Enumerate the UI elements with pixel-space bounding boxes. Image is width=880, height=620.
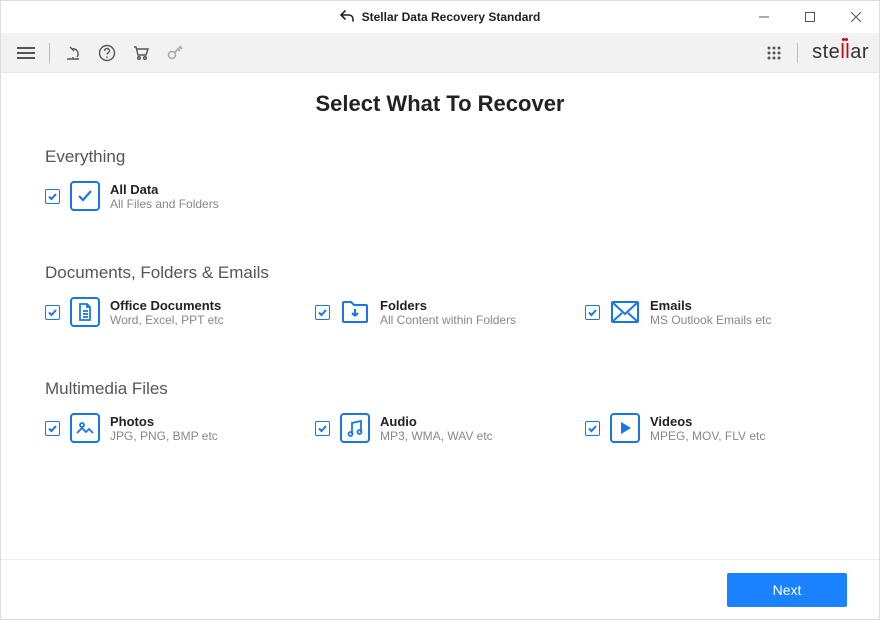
window-title: Stellar Data Recovery Standard: [362, 10, 541, 24]
option-folders[interactable]: Folders All Content within Folders: [315, 297, 565, 327]
option-audio[interactable]: Audio MP3, WMA, WAV etc: [315, 413, 565, 443]
music-note-icon: [340, 413, 370, 443]
section-title-everything: Everything: [45, 147, 835, 167]
option-all-data[interactable]: All Data All Files and Folders: [45, 181, 305, 211]
footer: Next: [1, 559, 879, 619]
hamburger-menu-button[interactable]: [11, 38, 41, 68]
option-title: Audio: [380, 414, 493, 429]
checkbox-audio[interactable]: [315, 421, 330, 436]
toolbar-right: stellar: [759, 38, 869, 68]
folder-download-icon: [340, 297, 370, 327]
maximize-button[interactable]: [787, 1, 833, 33]
toolbar-separator: [797, 43, 798, 63]
brand-text: stellar: [812, 41, 869, 64]
toolbar-separator: [49, 43, 50, 63]
help-button[interactable]: [92, 38, 122, 68]
microscope-icon[interactable]: [58, 38, 88, 68]
document-icon: [70, 297, 100, 327]
minimize-button[interactable]: [741, 1, 787, 33]
option-videos[interactable]: Videos MPEG, MOV, FLV etc: [585, 413, 835, 443]
option-desc: MS Outlook Emails etc: [650, 313, 771, 327]
image-icon: [70, 413, 100, 443]
option-title: Office Documents: [110, 298, 224, 313]
section-title-multimedia: Multimedia Files: [45, 379, 835, 399]
option-desc: All Content within Folders: [380, 313, 516, 327]
envelope-icon: [610, 297, 640, 327]
toolbar-left: [11, 38, 190, 68]
option-desc: MPEG, MOV, FLV etc: [650, 429, 765, 443]
titlebar: Stellar Data Recovery Standard: [1, 1, 879, 33]
checkmark-icon: [70, 181, 100, 211]
option-desc: JPG, PNG, BMP etc: [110, 429, 218, 443]
option-desc: MP3, WMA, WAV etc: [380, 429, 493, 443]
apps-grid-button[interactable]: [759, 38, 789, 68]
checkbox-office[interactable]: [45, 305, 60, 320]
page-title: Select What To Recover: [45, 91, 835, 117]
option-photos[interactable]: Photos JPG, PNG, BMP etc: [45, 413, 295, 443]
option-emails[interactable]: Emails MS Outlook Emails etc: [585, 297, 835, 327]
cart-button[interactable]: [126, 38, 156, 68]
option-title: Photos: [110, 414, 218, 429]
brand-logo: stellar: [812, 41, 869, 64]
option-title: All Data: [110, 182, 219, 197]
option-office-documents[interactable]: Office Documents Word, Excel, PPT etc: [45, 297, 295, 327]
option-title: Folders: [380, 298, 516, 313]
option-title: Videos: [650, 414, 765, 429]
checkbox-all-data[interactable]: [45, 189, 60, 204]
undo-icon: [340, 10, 354, 25]
checkbox-photos[interactable]: [45, 421, 60, 436]
window-controls: [741, 1, 879, 33]
toolbar: stellar: [1, 33, 879, 73]
content-area: Select What To Recover Everything All Da…: [1, 73, 879, 559]
option-desc: All Files and Folders: [110, 197, 219, 211]
play-icon: [610, 413, 640, 443]
section-title-documents: Documents, Folders & Emails: [45, 263, 835, 283]
next-button[interactable]: Next: [727, 573, 847, 607]
option-desc: Word, Excel, PPT etc: [110, 313, 224, 327]
close-button[interactable]: [833, 1, 879, 33]
window-title-wrap: Stellar Data Recovery Standard: [340, 10, 541, 25]
checkbox-videos[interactable]: [585, 421, 600, 436]
checkbox-emails[interactable]: [585, 305, 600, 320]
key-button[interactable]: [160, 38, 190, 68]
option-title: Emails: [650, 298, 771, 313]
checkbox-folders[interactable]: [315, 305, 330, 320]
